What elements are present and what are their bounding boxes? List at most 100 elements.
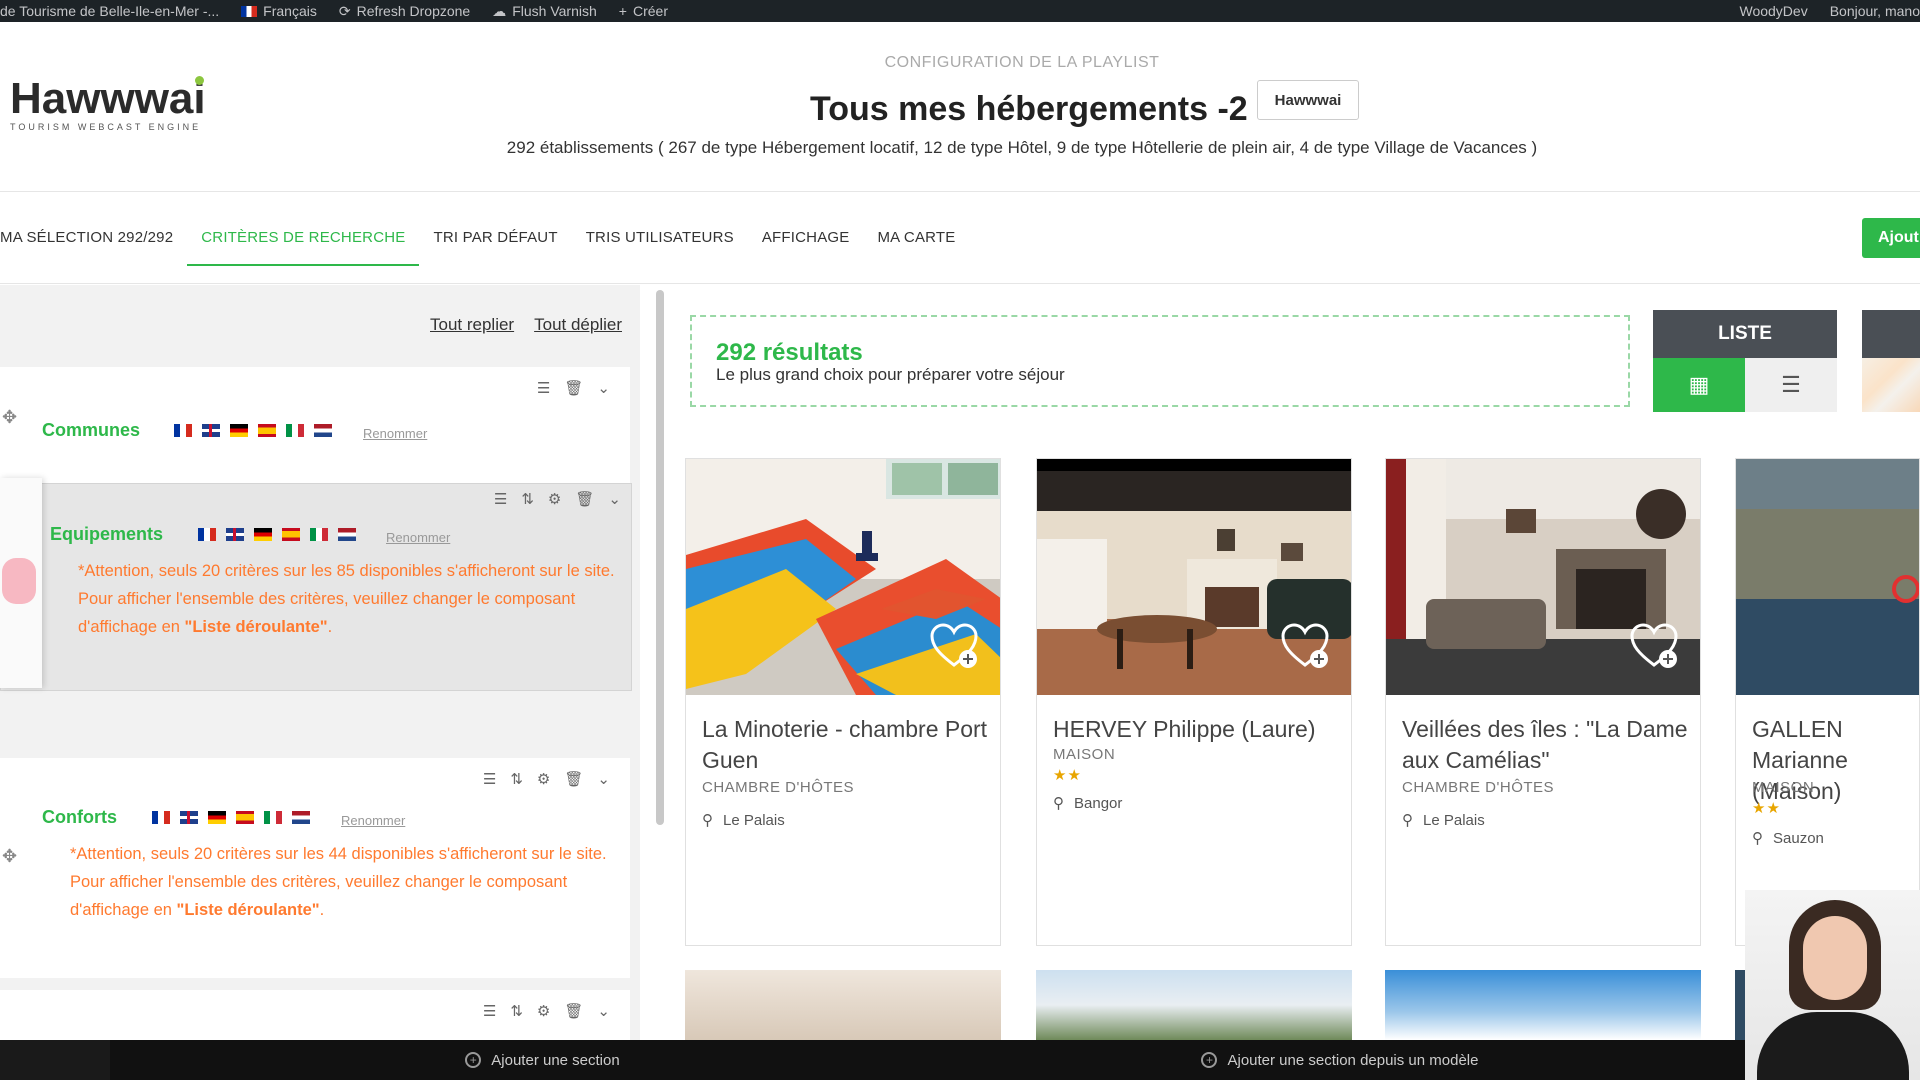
criteria-panel: Tout replier Tout déplier ✥ ☰ 🗑 ⌄ Commun… [0,285,640,1040]
flag-fr-icon[interactable] [152,811,170,824]
tab-ma-carte[interactable]: MA CARTE [863,192,969,284]
flag-fr-icon[interactable] [198,528,216,541]
gear-icon[interactable]: ⚙ [548,490,561,508]
rename-link[interactable]: Renommer [386,530,450,545]
chevron-down-icon[interactable]: ⌄ [597,1002,610,1020]
criteria-section-next: ☰ ⇅ ⚙ 🗑 ⌄ [0,990,630,1040]
add-section-button[interactable]: + Ajouter une section [160,1040,925,1080]
flag-it-icon[interactable] [264,811,282,824]
admin-woodydev[interactable]: WoodyDev [1739,3,1807,19]
add-section-from-model-button[interactable]: + Ajouter une section depuis un modèle [955,1040,1725,1080]
favorite-heart-icon[interactable] [928,621,980,671]
chevron-down-icon[interactable]: ⌄ [608,490,621,508]
side-widget[interactable] [0,478,42,688]
card-type: MAISON [1053,746,1116,763]
flag-de-icon[interactable] [254,528,272,541]
list-icon[interactable]: ☰ [537,379,550,397]
flag-en-icon[interactable] [180,811,198,824]
flag-it-icon[interactable] [286,424,304,437]
criteria-section-equipements: ☰ ⇅ ⚙ 🗑 ⌄ Equipements Renommer *Attentio… [0,483,632,691]
criteria-warning: *Attention, seuls 20 critères sur les 85… [78,562,615,636]
language-flags [174,424,332,437]
flag-fr-icon[interactable] [174,424,192,437]
webcam-overlay [1745,890,1920,1080]
admin-site-link[interactable]: de Tourisme de Belle-Ile-en-Mer -... [0,3,219,19]
collapse-all-link[interactable]: Tout replier [430,315,514,335]
card-photo [1386,459,1700,695]
tab-tris-utilisateurs[interactable]: TRIS UTILISATEURS [572,192,748,284]
admin-user-greeting[interactable]: Bonjour, mano [1830,3,1920,19]
card-name: Veillées des îles : "La Dame aux Camélia… [1402,716,1688,773]
accommodation-card[interactable]: HERVEY Philippe (Laure) MAISON ★★ ⚲ Bango… [1036,458,1352,946]
accommodation-card-thumbnail[interactable] [1735,970,1745,1040]
flag-es-icon[interactable] [282,528,300,541]
flag-de-icon[interactable] [230,424,248,437]
admin-refresh-dropzone[interactable]: ⟳ Refresh Dropzone [339,3,470,20]
card-type: MAISON [1752,779,1815,796]
flag-nl-icon[interactable] [338,528,356,541]
admin-create[interactable]: + Créer [619,3,668,19]
trash-icon[interactable]: 🗑 [575,490,594,508]
view-toggle: LISTE ▦ ☰ [1653,310,1837,412]
trash-icon[interactable]: 🗑 [564,1002,583,1020]
flag-nl-icon[interactable] [314,424,332,437]
accommodation-card-thumbnail[interactable] [685,970,1001,1040]
drag-handle-icon[interactable]: ✥ [2,846,17,867]
list-icon[interactable]: ☰ [483,1002,496,1020]
map-pin-icon: ⚲ [1053,795,1064,812]
accommodation-card[interactable]: La Minoterie - chambre Port Guen CHAMBRE… [685,458,1001,946]
flag-nl-icon[interactable] [292,811,310,824]
flag-it-icon[interactable] [310,528,328,541]
page-title: Tous mes hébergements -2 [810,90,1248,128]
favorite-heart-icon[interactable] [1628,621,1680,671]
criteria-scrollbar[interactable] [656,290,664,825]
expand-all-link[interactable]: Tout déplier [534,315,622,335]
sort-icon[interactable]: ⇅ [510,1002,523,1020]
admin-language-switch[interactable]: Français [241,3,317,19]
add-button[interactable]: Ajout [1862,218,1920,258]
accommodation-card[interactable]: Veillées des îles : "La Dame aux Camélia… [1385,458,1701,946]
tab-affichage[interactable]: AFFICHAGE [748,192,864,284]
card-location: ⚲ Le Palais [1402,811,1485,830]
flag-es-icon[interactable] [236,811,254,824]
chevron-down-icon[interactable]: ⌄ [597,770,610,788]
list-icon[interactable]: ☰ [483,770,496,788]
list-view-button[interactable]: ☰ [1745,358,1837,412]
map-view-button[interactable] [1862,310,1920,412]
flag-de-icon[interactable] [208,811,226,824]
flag-en-icon[interactable] [226,528,244,541]
logo-dot-icon [194,76,204,85]
chevron-down-icon[interactable]: ⌄ [597,379,610,397]
card-photo [1736,459,1919,695]
map-pin-icon: ⚲ [702,812,713,829]
sort-icon[interactable]: ⇅ [521,490,534,508]
establishments-summary: 292 établissements ( 267 de type Héberge… [506,138,1538,157]
favorite-heart-icon[interactable] [1279,621,1331,671]
site-logo-badge[interactable]: Hawwwai [1257,80,1359,120]
gear-icon[interactable]: ⚙ [537,1002,550,1020]
plus-circle-icon: + [465,1052,482,1068]
view-label: LISTE [1653,310,1837,358]
tab-criteres-de-recherche[interactable]: CRITÈRES DE RECHERCHE [187,192,420,284]
tab-tri-par-defaut[interactable]: TRI PAR DÉFAUT [419,192,571,284]
card-photo [686,459,1000,695]
flag-es-icon[interactable] [258,424,276,437]
tab-ma-selection[interactable]: MA SÉLECTION 292/292 [0,192,187,284]
list-icon[interactable]: ☰ [494,490,507,508]
sort-icon[interactable]: ⇅ [510,770,523,788]
trash-icon[interactable]: 🗑 [564,379,583,397]
hawwwai-logo: Hawwwai TOURISM WEBCAST ENGINE [10,74,206,132]
rename-link[interactable]: Renommer [363,426,427,441]
grid-view-button[interactable]: ▦ [1653,358,1745,412]
admin-flush-varnish[interactable]: ☁ Flush Varnish [492,3,597,20]
flag-en-icon[interactable] [202,424,220,437]
gear-icon[interactable]: ⚙ [537,770,550,788]
accommodation-card[interactable]: GALLEN Marianne (Maison) MAISON ★★ ⚲ Sauz… [1735,458,1920,946]
map-pin-icon: ⚲ [1752,830,1763,847]
trash-icon[interactable]: 🗑 [564,770,583,788]
map-icon [1862,358,1920,412]
drag-handle-icon[interactable]: ✥ [2,407,17,428]
rename-link[interactable]: Renommer [341,813,405,828]
accommodation-card-thumbnail[interactable] [1036,970,1352,1040]
accommodation-card-thumbnail[interactable] [1385,970,1701,1040]
